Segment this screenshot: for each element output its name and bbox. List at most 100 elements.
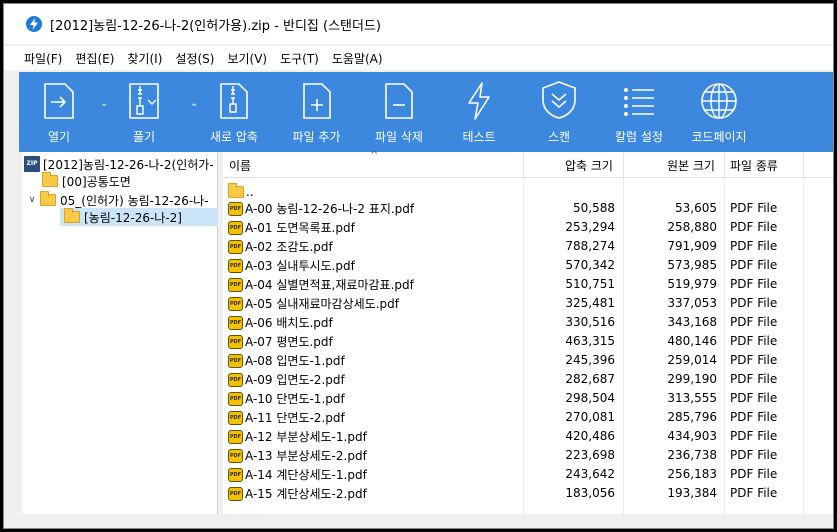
compressed-size: 253,294 bbox=[565, 220, 615, 234]
table-row[interactable]: PDF A-02 조감도.pdf 788,274 791,909 PDF File bbox=[223, 236, 833, 255]
menu-view[interactable]: 보기(V) bbox=[227, 50, 267, 67]
menu-help[interactable]: 도움말(A) bbox=[332, 50, 383, 67]
file-type: PDF File bbox=[730, 334, 778, 348]
file-name-label: A-09 입면도-2.pdf bbox=[245, 373, 345, 387]
open-button[interactable]: 열기 bbox=[19, 72, 99, 152]
pdf-file-icon: PDF bbox=[228, 467, 243, 482]
compressed-size: 463,315 bbox=[565, 334, 615, 348]
file-name: PDF A-01 도면목록표.pdf bbox=[228, 219, 355, 236]
tree-item-label: [농림-12-26-나-2] bbox=[84, 210, 182, 225]
column-header-name[interactable]: 이름 bbox=[229, 157, 251, 174]
menu-find[interactable]: 찾기(I) bbox=[127, 50, 162, 67]
chevron-down-icon[interactable]: ∨ bbox=[26, 195, 38, 205]
scan-button[interactable]: 스캔 bbox=[519, 72, 599, 152]
bandizip-window: [2012]농림-12-26-나-2(인허가용).zip - 반디집 (스탠더드… bbox=[3, 3, 834, 529]
pdf-file-icon: PDF bbox=[228, 410, 243, 425]
table-row[interactable]: PDF A-11 단면도-2.pdf 270,081 285,796 PDF File bbox=[223, 407, 833, 426]
folder-icon bbox=[40, 191, 56, 206]
compressed-size: 183,056 bbox=[565, 486, 615, 500]
file-name-label: A-14 계단상세도-1.pdf bbox=[245, 468, 367, 482]
add-file-button[interactable]: 파일 추가 bbox=[274, 72, 359, 152]
folder-icon bbox=[64, 208, 80, 223]
table-row[interactable]: PDF A-07 평면도.pdf 463,315 480,146 PDF File bbox=[223, 331, 833, 350]
pdf-file-icon: PDF bbox=[228, 486, 243, 501]
table-row[interactable]: PDF A-01 도면목록표.pdf 253,294 258,880 PDF File bbox=[223, 217, 833, 236]
file-name-label: A-12 부분상세도-1.pdf bbox=[245, 430, 367, 444]
table-row[interactable]: PDF A-04 실별면적표,재료마감표.pdf 510,751 519,979 PDF… bbox=[223, 274, 833, 293]
pdf-file-icon: PDF bbox=[228, 448, 243, 463]
delete-file-icon bbox=[384, 72, 414, 124]
globe-icon bbox=[700, 72, 738, 124]
new-archive-label: 새로 압축 bbox=[210, 130, 258, 144]
original-size: 519,979 bbox=[667, 277, 717, 291]
file-name: PDF A-11 단면도-2.pdf bbox=[228, 409, 345, 426]
column-header-type[interactable]: 파일 종류 bbox=[730, 157, 778, 174]
file-name-label: A-08 입면도-1.pdf bbox=[245, 354, 345, 368]
tree-item-selected-folder[interactable]: [농림-12-26-나-2] bbox=[60, 208, 218, 226]
file-name: PDF A-14 계단상세도-1.pdf bbox=[228, 466, 367, 483]
codepage-label: 코드페이지 bbox=[691, 130, 747, 144]
status-strip bbox=[4, 514, 833, 528]
table-row[interactable]: PDF A-09 입면도-2.pdf 282,687 299,190 PDF File bbox=[223, 369, 833, 388]
original-size: 434,903 bbox=[667, 429, 717, 443]
parent-folder-row[interactable]: .. bbox=[223, 179, 833, 199]
extract-icon bbox=[128, 72, 160, 124]
file-name-label: A-01 도면목록표.pdf bbox=[245, 221, 355, 235]
list-header: ^ 이름 압축 크기 원본 크기 파일 종류 bbox=[223, 150, 833, 178]
file-type: PDF File bbox=[730, 372, 778, 386]
table-row[interactable]: PDF A-14 계단상세도-1.pdf 243,642 256,183 PDF Fil… bbox=[223, 464, 833, 483]
compressed-size: 788,274 bbox=[565, 239, 615, 253]
file-name: PDF A-10 단면도-1.pdf bbox=[228, 390, 345, 407]
add-file-icon bbox=[302, 72, 332, 124]
table-row[interactable]: PDF A-12 부분상세도-1.pdf 420,486 434,903 PDF Fil… bbox=[223, 426, 833, 445]
file-name-label: A-05 실내재료마감상세도.pdf bbox=[245, 297, 399, 311]
tree-root[interactable]: ZIP [2012]농림-12-26-나-2(인허가- bbox=[24, 155, 214, 173]
column-header-original[interactable]: 원본 크기 bbox=[667, 157, 715, 174]
original-size: 313,555 bbox=[667, 391, 717, 405]
new-archive-button[interactable]: 새로 압축 bbox=[194, 72, 274, 152]
menu-settings[interactable]: 설정(S) bbox=[175, 50, 214, 67]
window-title: [2012]농림-12-26-나-2(인허가용).zip - 반디집 (스탠더드… bbox=[50, 18, 381, 34]
table-row[interactable]: PDF A-10 단면도-1.pdf 298,504 313,555 PDF File bbox=[223, 388, 833, 407]
tree-item-permit-folder[interactable]: ∨ 05_(인허가) 농림-12-26-나- bbox=[26, 191, 209, 209]
codepage-button[interactable]: 코드페이지 bbox=[679, 72, 759, 152]
table-row[interactable]: PDF A-00 농림-12-26-나-2 표지.pdf 50,588 53,605 P… bbox=[223, 198, 833, 217]
original-size: 573,985 bbox=[667, 258, 717, 272]
file-type: PDF File bbox=[730, 220, 778, 234]
add-file-label: 파일 추가 bbox=[292, 130, 341, 144]
test-button[interactable]: 테스트 bbox=[439, 72, 519, 152]
table-row[interactable]: PDF A-08 입면도-1.pdf 245,396 259,014 PDF File bbox=[223, 350, 833, 369]
file-name: PDF A-07 평면도.pdf bbox=[228, 333, 333, 350]
file-name-label: A-13 부분상세도-2.pdf bbox=[245, 449, 367, 463]
pdf-file-icon: PDF bbox=[228, 296, 243, 311]
compressed-size: 223,698 bbox=[565, 448, 615, 462]
delete-file-button[interactable]: 파일 삭제 bbox=[359, 72, 439, 152]
tree-root-label: [2012]농림-12-26-나-2(인허가- bbox=[43, 157, 214, 172]
column-settings-button[interactable]: 칼럼 설정 bbox=[599, 72, 679, 152]
toolbar: 열기 ⌄ 풀기 ⌄ 새로 압축 파일 추가 파일 삭제 테스트 스캔 칼럼 설정… bbox=[19, 72, 833, 152]
pdf-file-icon: PDF bbox=[228, 353, 243, 368]
file-name: PDF A-06 배치도.pdf bbox=[228, 314, 333, 331]
pdf-file-icon: PDF bbox=[228, 239, 243, 254]
tree-item-common-drawings[interactable]: [00]공통도면 bbox=[42, 172, 131, 190]
table-row[interactable]: PDF A-15 계단상세도-2.pdf 183,056 193,384 PDF Fil… bbox=[223, 483, 833, 502]
compressed-size: 270,081 bbox=[565, 410, 615, 424]
original-size: 53,605 bbox=[675, 201, 717, 215]
menu-file[interactable]: 파일(F) bbox=[24, 50, 62, 67]
table-row[interactable]: PDF A-03 실내투시도.pdf 570,342 573,985 PDF File bbox=[223, 255, 833, 274]
column-header-compressed[interactable]: 압축 크기 bbox=[565, 157, 613, 174]
file-type: PDF File bbox=[730, 353, 778, 367]
extract-button[interactable]: 풀기 bbox=[99, 72, 189, 152]
compressed-size: 282,687 bbox=[565, 372, 615, 386]
original-size: 480,146 bbox=[667, 334, 717, 348]
column-settings-label: 칼럼 설정 bbox=[615, 130, 663, 144]
table-row[interactable]: PDF A-05 실내재료마감상세도.pdf 325,481 337,053 PDF F… bbox=[223, 293, 833, 312]
pdf-file-icon: PDF bbox=[228, 258, 243, 273]
menu-edit[interactable]: 편집(E) bbox=[75, 50, 114, 67]
menu-tools[interactable]: 도구(T) bbox=[280, 50, 319, 67]
file-type: PDF File bbox=[730, 429, 778, 443]
table-row[interactable]: PDF A-13 부분상세도-2.pdf 223,698 236,738 PDF Fil… bbox=[223, 445, 833, 464]
original-size: 343,168 bbox=[667, 315, 717, 329]
compressed-size: 330,516 bbox=[565, 315, 615, 329]
table-row[interactable]: PDF A-06 배치도.pdf 330,516 343,168 PDF File bbox=[223, 312, 833, 331]
